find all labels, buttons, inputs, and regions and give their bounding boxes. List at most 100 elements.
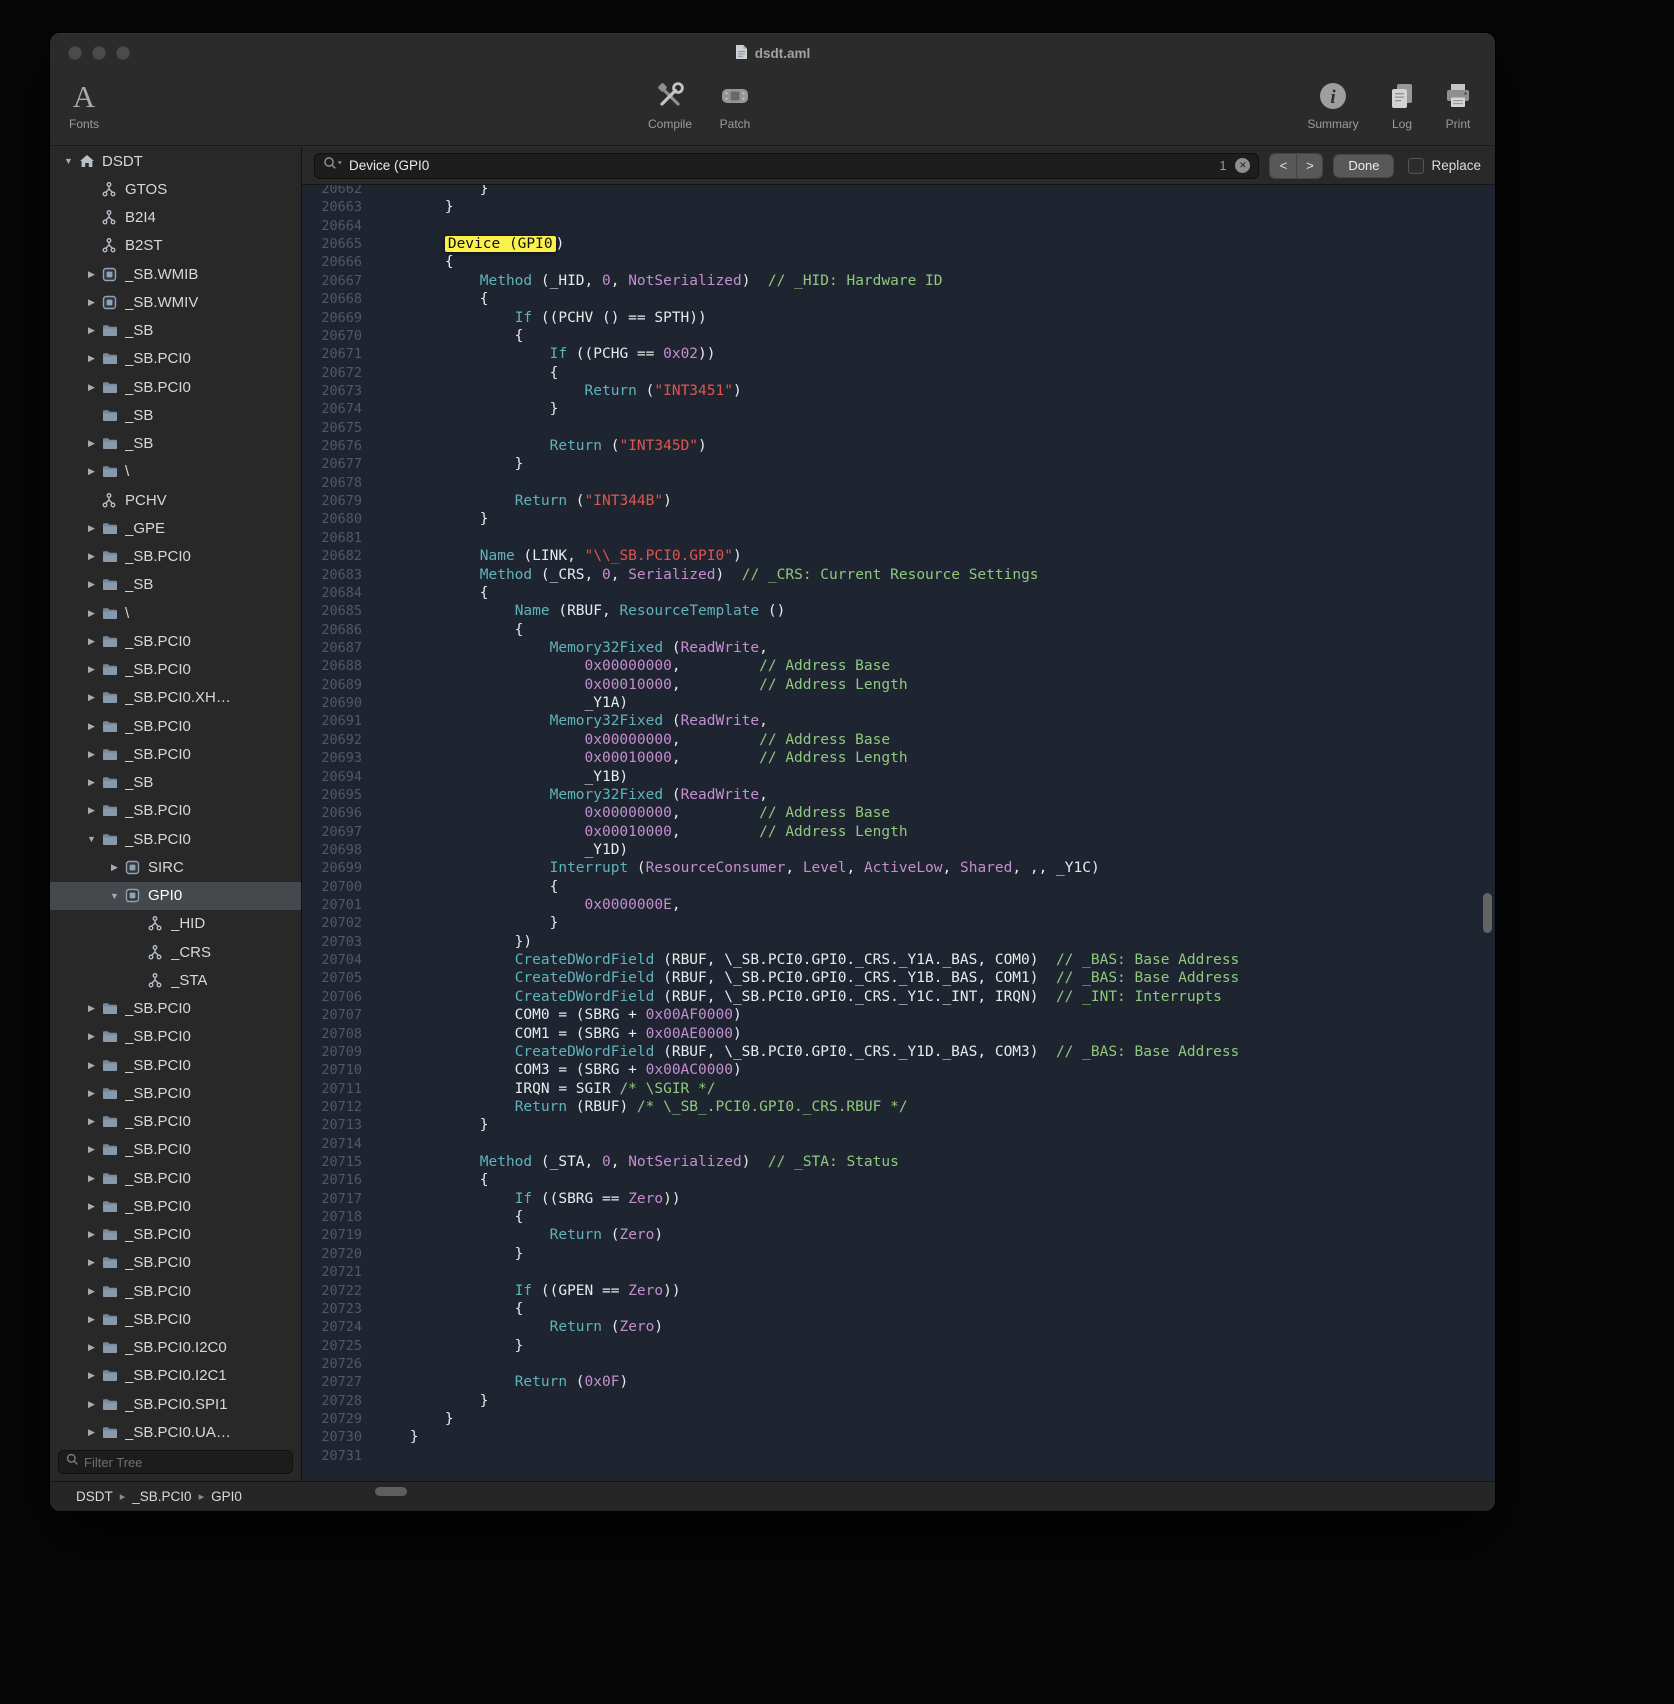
- disclosure-triangle-icon[interactable]: ▼: [104, 891, 125, 901]
- breadcrumb-item-gpi0[interactable]: GPI0: [211, 1489, 242, 1504]
- disclosure-triangle-icon[interactable]: ▶: [81, 297, 102, 308]
- disclosure-triangle-icon[interactable]: ▶: [81, 749, 102, 760]
- disclosure-triangle-icon[interactable]: ▶: [81, 325, 102, 336]
- code-line[interactable]: 20688 0x00000000, // Address Base: [302, 657, 1495, 675]
- tree-item-sb-pci0[interactable]: ▶_SB.PCI0: [50, 627, 301, 655]
- code-line[interactable]: 20714: [302, 1135, 1495, 1153]
- code-line[interactable]: 20729 }: [302, 1410, 1495, 1428]
- tree-item-sb-pci0[interactable]: ▶_SB.PCI0: [50, 1023, 301, 1051]
- code-line[interactable]: 20719 Return (Zero): [302, 1226, 1495, 1244]
- tree-item-b2i4[interactable]: B2I4: [50, 204, 301, 232]
- code-line[interactable]: 20716 {: [302, 1171, 1495, 1189]
- disclosure-triangle-icon[interactable]: ▶: [81, 1314, 102, 1325]
- code-line[interactable]: 20710 COM3 = (SBRG + 0x00AC0000): [302, 1061, 1495, 1079]
- code-line[interactable]: 20712 Return (RBUF) /* \_SB_.PCI0.GPI0._…: [302, 1098, 1495, 1116]
- disclosure-triangle-icon[interactable]: ▶: [81, 1088, 102, 1099]
- disclosure-triangle-icon[interactable]: ▶: [81, 1286, 102, 1297]
- tree-item-sb-pci0[interactable]: ▶_SB.PCI0: [50, 345, 301, 373]
- tree-item-sb[interactable]: ▶_SB: [50, 317, 301, 345]
- code-line[interactable]: 20670 {: [302, 327, 1495, 345]
- code-line[interactable]: 20698 _Y1D): [302, 841, 1495, 859]
- code-line[interactable]: 20686 {: [302, 621, 1495, 639]
- tree-item-sb-pci0[interactable]: ▶_SB.PCI0: [50, 1079, 301, 1107]
- code-line[interactable]: 20724 Return (Zero): [302, 1318, 1495, 1336]
- tree-item-sb-pci0[interactable]: ▶_SB.PCI0: [50, 1305, 301, 1333]
- code-line[interactable]: 20684 {: [302, 584, 1495, 602]
- disclosure-triangle-icon[interactable]: ▶: [81, 1257, 102, 1268]
- disclosure-triangle-icon[interactable]: ▶: [81, 1060, 102, 1071]
- code-line[interactable]: 20695 Memory32Fixed (ReadWrite,: [302, 786, 1495, 804]
- clear-search-button[interactable]: ✕: [1235, 158, 1250, 173]
- tree-item-sb-wmiv[interactable]: ▶_SB.WMIV: [50, 288, 301, 316]
- disclosure-triangle-icon[interactable]: ▶: [81, 551, 102, 562]
- tree-item-sta[interactable]: _STA: [50, 966, 301, 994]
- code-line[interactable]: 20663 }: [302, 198, 1495, 216]
- print-button[interactable]: Print: [1420, 76, 1495, 131]
- code-line[interactable]: 20668 {: [302, 290, 1495, 308]
- code-line[interactable]: 20675: [302, 419, 1495, 437]
- search-input[interactable]: [349, 158, 1213, 173]
- replace-checkbox[interactable]: [1408, 158, 1424, 174]
- code-line[interactable]: 20678: [302, 474, 1495, 492]
- disclosure-triangle-icon[interactable]: ▶: [104, 862, 125, 873]
- code-line[interactable]: 20662 }: [302, 185, 1495, 198]
- patch-button[interactable]: Patch: [697, 76, 773, 131]
- code-line[interactable]: 20706 CreateDWordField (RBUF, \_SB.PCI0.…: [302, 988, 1495, 1006]
- tree-item-b2st[interactable]: B2ST: [50, 232, 301, 260]
- disclosure-triangle-icon[interactable]: ▶: [81, 438, 102, 449]
- tree-item-sb-pci0-spi1[interactable]: ▶_SB.PCI0.SPI1: [50, 1390, 301, 1418]
- disclosure-triangle-icon[interactable]: ▶: [81, 721, 102, 732]
- code-line[interactable]: 20680 }: [302, 510, 1495, 528]
- summary-button[interactable]: i Summary: [1295, 76, 1371, 131]
- vertical-scrollbar-thumb[interactable]: [1483, 893, 1492, 933]
- tree-item-sb-wmib[interactable]: ▶_SB.WMIB: [50, 260, 301, 288]
- disclosure-triangle-icon[interactable]: ▶: [81, 1116, 102, 1127]
- code-line[interactable]: 20718 {: [302, 1208, 1495, 1226]
- code-line[interactable]: 20730 }: [302, 1428, 1495, 1446]
- code-line[interactable]: 20731: [302, 1447, 1495, 1465]
- code-line[interactable]: 20693 0x00010000, // Address Length: [302, 749, 1495, 767]
- code-line[interactable]: 20707 COM0 = (SBRG + 0x00AF0000): [302, 1006, 1495, 1024]
- code-line[interactable]: 20728 }: [302, 1392, 1495, 1410]
- next-match-button[interactable]: >: [1296, 154, 1322, 178]
- breadcrumb-item-sb-pci0[interactable]: _SB.PCI0: [132, 1489, 191, 1504]
- code-line[interactable]: 20711 IRQN = SGIR /* \SGIR */: [302, 1080, 1495, 1098]
- tree-item-sb-pci0[interactable]: ▶_SB.PCI0: [50, 1192, 301, 1220]
- code-line[interactable]: 20685 Name (RBUF, ResourceTemplate (): [302, 602, 1495, 620]
- tree-item-sb-pci0[interactable]: ▶_SB.PCI0: [50, 1164, 301, 1192]
- disclosure-triangle-icon[interactable]: ▶: [81, 777, 102, 788]
- tree-item-gpe[interactable]: ▶_GPE: [50, 514, 301, 542]
- disclosure-triangle-icon[interactable]: ▶: [81, 579, 102, 590]
- code-line[interactable]: 20725 }: [302, 1337, 1495, 1355]
- breadcrumb-item-dsdt[interactable]: DSDT: [76, 1489, 113, 1504]
- tree-item-sb-pci0[interactable]: ▶_SB.PCI0: [50, 656, 301, 684]
- tree-item-crs[interactable]: _CRS: [50, 938, 301, 966]
- tree-item-sb-pci0[interactable]: ▶_SB.PCI0: [50, 1051, 301, 1079]
- code-line[interactable]: 20679 Return ("INT344B"): [302, 492, 1495, 510]
- code-line[interactable]: 20723 {: [302, 1300, 1495, 1318]
- tree-item-sb-pci0-xh[interactable]: ▶_SB.PCI0.XH…: [50, 684, 301, 712]
- search-icon[interactable]: [323, 156, 343, 175]
- tree-item-gtos[interactable]: GTOS: [50, 175, 301, 203]
- code-line[interactable]: 20664: [302, 217, 1495, 235]
- code-line[interactable]: 20715 Method (_STA, 0, NotSerialized) //…: [302, 1153, 1495, 1171]
- disclosure-triangle-icon[interactable]: ▼: [81, 834, 102, 844]
- disclosure-triangle-icon[interactable]: ▶: [81, 466, 102, 477]
- tree-item-sb-pci0[interactable]: ▶_SB.PCI0: [50, 1136, 301, 1164]
- code-line[interactable]: 20704 CreateDWordField (RBUF, \_SB.PCI0.…: [302, 951, 1495, 969]
- disclosure-triangle-icon[interactable]: ▶: [81, 1229, 102, 1240]
- code-line[interactable]: 20692 0x00000000, // Address Base: [302, 731, 1495, 749]
- code-line[interactable]: 20702 }: [302, 914, 1495, 932]
- tree-item-sb-pci0[interactable]: ▶_SB.PCI0: [50, 1249, 301, 1277]
- code-line[interactable]: 20691 Memory32Fixed (ReadWrite,: [302, 712, 1495, 730]
- disclosure-triangle-icon[interactable]: ▶: [81, 1031, 102, 1042]
- tree-item-[interactable]: ▶\: [50, 599, 301, 627]
- code-line[interactable]: 20694 _Y1B): [302, 768, 1495, 786]
- disclosure-triangle-icon[interactable]: ▶: [81, 1201, 102, 1212]
- code-line[interactable]: 20681: [302, 529, 1495, 547]
- tree-item-[interactable]: ▶\: [50, 458, 301, 486]
- disclosure-triangle-icon[interactable]: ▶: [81, 1427, 102, 1438]
- tree-item-sb-pci0[interactable]: ▶_SB.PCI0: [50, 1108, 301, 1136]
- code-line[interactable]: 20720 }: [302, 1245, 1495, 1263]
- code-line[interactable]: 20665 Device (GPI0): [302, 235, 1495, 253]
